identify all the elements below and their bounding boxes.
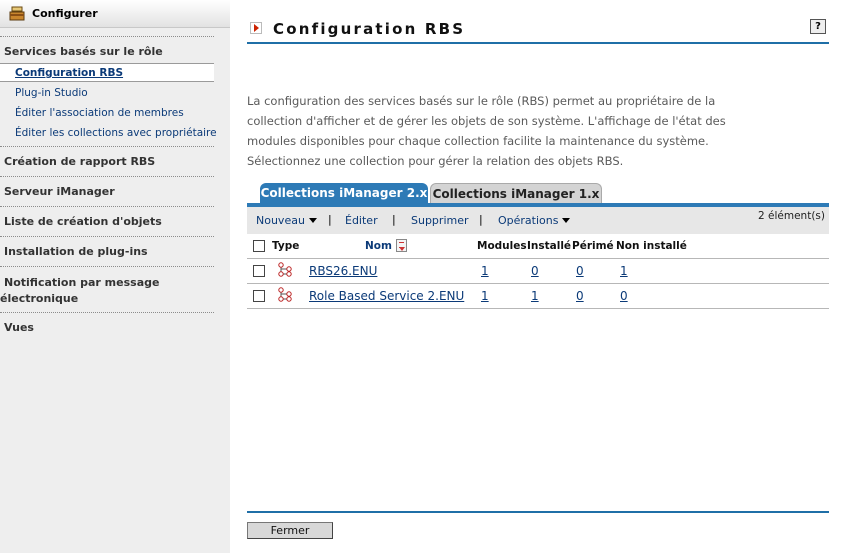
row-checkbox[interactable] <box>253 290 265 302</box>
sidebar-category-plugin-install[interactable]: Installation de plug-ins <box>4 245 148 258</box>
sidebar: Configurer Services basés sur le rôle Co… <box>0 0 230 553</box>
sidebar-category-email-notification[interactable]: Notification par message électronique <box>0 275 204 307</box>
help-button[interactable]: ? <box>810 19 826 34</box>
rbs-collection-icon <box>278 262 292 277</box>
sidebar-category-views[interactable]: Vues <box>4 321 34 334</box>
outdated-count-link[interactable]: 0 <box>576 289 584 303</box>
page-description: La configuration des services basés sur … <box>247 94 726 168</box>
not-installed-count-link[interactable]: 1 <box>620 264 628 278</box>
delete-button[interactable]: Supprimer <box>411 214 469 227</box>
not-installed-count-link[interactable]: 0 <box>620 289 628 303</box>
sidebar-category-label-line1: Notification par message <box>4 276 160 289</box>
row-divider <box>247 283 829 284</box>
collection-name-link[interactable]: Role Based Service 2.ENU <box>309 289 464 303</box>
sidebar-header[interactable]: Configurer <box>0 0 230 28</box>
divider <box>0 36 214 37</box>
item-count: 2 élément(s) <box>758 210 825 222</box>
tab-collections-imanager-2x[interactable]: Collections iManager 2.x <box>260 183 428 203</box>
sidebar-header-title: Configurer <box>32 7 98 20</box>
rbs-collection-icon <box>278 287 292 302</box>
column-header-outdated: Périmé <box>572 240 614 252</box>
sort-icon[interactable] <box>396 239 407 252</box>
operations-menu-label: Opérations <box>498 214 559 227</box>
outdated-count-link[interactable]: 0 <box>576 264 584 278</box>
sidebar-item-label: Configuration RBS <box>15 67 124 79</box>
installed-count-link[interactable]: 0 <box>531 264 539 278</box>
modules-count-link[interactable]: 1 <box>481 289 489 303</box>
installed-count-link[interactable]: 1 <box>531 289 539 303</box>
toolbar-separator: | <box>479 213 483 226</box>
row-divider <box>247 308 829 309</box>
sidebar-category-rbs-report[interactable]: Création de rapport RBS <box>4 155 155 168</box>
divider <box>0 236 214 237</box>
sidebar-category-object-creation[interactable]: Liste de création d'objets <box>4 215 162 228</box>
title-divider <box>247 42 829 44</box>
edit-button[interactable]: Éditer <box>345 214 378 227</box>
select-all-checkbox[interactable] <box>253 240 265 252</box>
divider <box>0 176 214 177</box>
main-content: Configuration RBS ? La configuration des… <box>230 0 846 553</box>
new-menu-label: Nouveau <box>256 214 305 227</box>
toolbar-separator: | <box>328 213 332 226</box>
chevron-down-icon <box>562 218 571 223</box>
divider <box>0 312 214 313</box>
divider <box>0 146 214 147</box>
column-header-modules: Modules <box>477 240 527 252</box>
sidebar-category-label-line2: électronique <box>0 292 79 305</box>
new-menu-button[interactable]: Nouveau <box>256 214 317 227</box>
modules-count-link[interactable]: 1 <box>481 264 489 278</box>
sidebar-item-configuration-rbs[interactable]: Configuration RBS <box>0 63 214 82</box>
page-arrow-icon <box>250 22 262 34</box>
row-checkbox[interactable] <box>253 265 265 277</box>
sidebar-item-member-association[interactable]: Éditer l'association de membres <box>15 107 184 119</box>
sidebar-category-imanager-server[interactable]: Serveur iManager <box>4 185 115 198</box>
column-header-not-installed: Non installé <box>616 240 687 252</box>
sidebar-item-owner-collections[interactable]: Éditer les collections avec propriétaire <box>15 127 217 139</box>
toolbox-icon <box>9 6 25 21</box>
divider <box>0 206 214 207</box>
toolbar: Nouveau | Éditer | Supprimer | Opération… <box>247 207 829 234</box>
table-header-divider <box>247 258 829 259</box>
sidebar-category-rbs[interactable]: Services basés sur le rôle <box>4 45 163 58</box>
column-header-name[interactable]: Nom <box>365 240 392 252</box>
column-header-installed: Installé <box>527 240 572 252</box>
collection-name-link[interactable]: RBS26.ENU <box>309 264 377 278</box>
column-header-type: Type <box>272 240 300 252</box>
sidebar-item-plugin-studio[interactable]: Plug-in Studio <box>15 87 88 99</box>
operations-menu-button[interactable]: Opérations <box>498 214 571 227</box>
toolbar-separator: | <box>392 213 396 226</box>
page-title: Configuration RBS <box>273 20 466 38</box>
tab-collections-imanager-1x[interactable]: Collections iManager 1.x <box>430 183 602 203</box>
close-button[interactable]: Fermer <box>247 522 333 539</box>
chevron-down-icon <box>308 218 317 223</box>
divider <box>0 266 214 267</box>
footer-divider <box>247 511 829 513</box>
